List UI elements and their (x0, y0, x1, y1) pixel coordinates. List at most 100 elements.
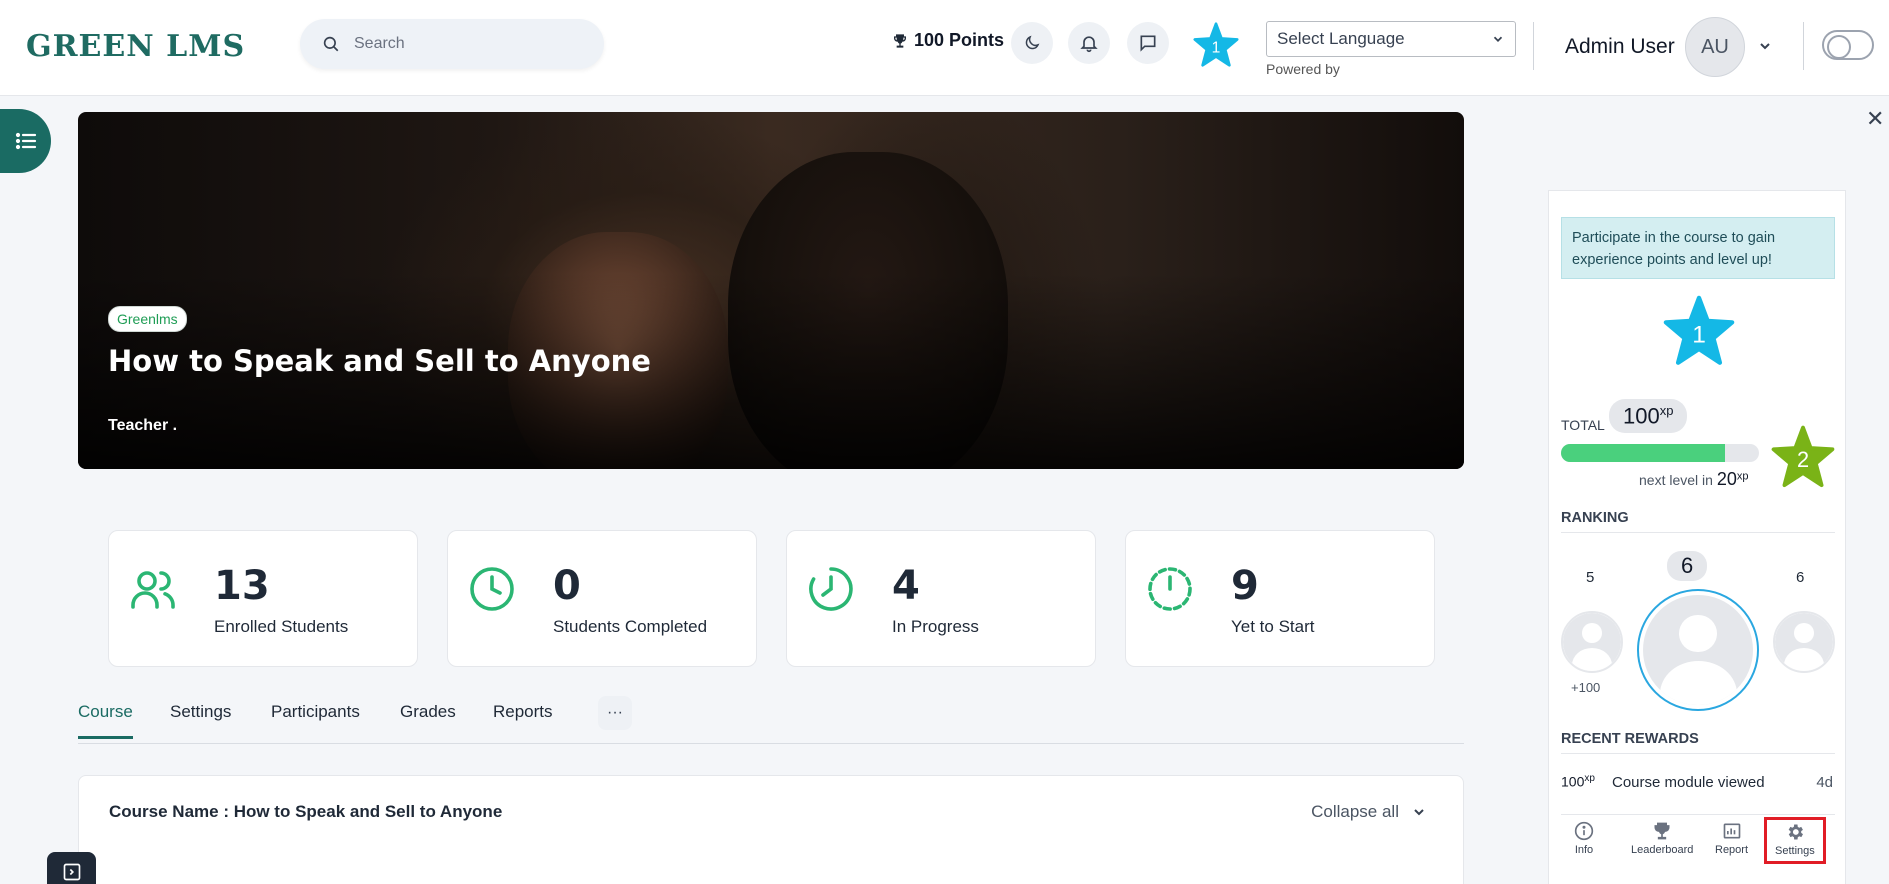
stat-value: 9 (1231, 563, 1259, 609)
user-name[interactable]: Admin User (1565, 35, 1675, 59)
avatar[interactable]: AU (1685, 17, 1745, 77)
sidebar-toggle-icon (63, 863, 80, 881)
stat-card-yet-to-start: 9 Yet to Start (1125, 530, 1435, 667)
total-xp: 100xp (1609, 399, 1688, 434)
user-menu-chevron-icon[interactable] (1757, 38, 1773, 54)
stat-label: In Progress (892, 617, 979, 636)
trophy-icon (894, 33, 906, 48)
tab-reports[interactable]: Reports (493, 702, 553, 736)
tab-more-button[interactable]: ··· (598, 696, 632, 730)
sidebar-menu-button[interactable] (0, 109, 51, 173)
theme-toggle[interactable] (1822, 30, 1874, 60)
next-level-number: 2 (1797, 447, 1809, 472)
level-number: 1 (1212, 39, 1221, 56)
info-icon (1574, 821, 1594, 841)
rank-left-gain: +100 (1571, 680, 1601, 695)
stat-value: 13 (214, 563, 270, 609)
reward-time: 4d (1816, 774, 1833, 791)
gamification-panel: Participate in the course to gain experi… (1548, 190, 1846, 884)
teacher-label: Teacher . (108, 417, 178, 434)
rank-center-avatar[interactable] (1637, 589, 1759, 711)
panel-nav-leaderboard-label: Leaderboard (1631, 844, 1694, 856)
logo-text: GREEN LMS (26, 28, 246, 64)
level-star-icon[interactable]: 1 (1193, 22, 1239, 68)
rank-left-avatar[interactable] (1561, 611, 1623, 673)
course-tabs: Course Settings Participants Grades Repo… (78, 696, 1464, 744)
tab-participants[interactable]: Participants (271, 702, 360, 736)
tab-course[interactable]: Course (78, 702, 133, 739)
next-level-value: 20 (1716, 469, 1737, 489)
panel-nav-info-label: Info (1574, 844, 1594, 856)
bell-icon (1080, 36, 1098, 53)
collapse-all-label: Collapse all (1311, 802, 1399, 821)
points-display[interactable]: 100 Points (892, 30, 1004, 51)
rank-right-number: 6 (1796, 569, 1805, 586)
messages-button[interactable] (1127, 22, 1169, 64)
xp-unit: xp (1736, 470, 1749, 483)
points-text: 100 Points (914, 30, 1005, 50)
close-icon[interactable]: ✕ (1866, 106, 1884, 132)
stat-value: 0 (553, 563, 581, 609)
info-message: Participate in the course to gain experi… (1561, 217, 1835, 279)
panel-nav-report[interactable]: Report (1715, 821, 1748, 856)
chevron-down-icon (1414, 809, 1424, 816)
leaderboard-trophy-icon (1654, 822, 1670, 840)
category-badge[interactable]: Greenlms (108, 306, 187, 332)
tab-settings[interactable]: Settings (170, 702, 231, 736)
list-icon (15, 132, 36, 150)
rank-right-avatar[interactable] (1773, 611, 1835, 673)
language-select-value: Select Language (1277, 29, 1405, 48)
xp-unit: xp (1659, 403, 1674, 418)
timer-icon (1148, 567, 1192, 611)
stat-card-completed: 0 Students Completed (447, 530, 757, 667)
panel-nav-settings[interactable]: Settings (1764, 817, 1826, 864)
clock-progress-icon (809, 567, 853, 611)
total-label: TOTAL (1561, 417, 1605, 433)
moon-icon (1025, 35, 1040, 50)
course-content-card: Course Name : How to Speak and Sell to A… (78, 775, 1464, 884)
total-xp-value: 100 (1623, 403, 1660, 429)
rank-left-number: 5 (1586, 569, 1595, 586)
drawer-toggle-button[interactable] (47, 852, 96, 884)
current-level-star-icon: 1 (1663, 295, 1735, 365)
panel-nav-leaderboard[interactable]: Leaderboard (1631, 821, 1693, 856)
language-select[interactable]: Select Language (1266, 21, 1516, 57)
panel-nav-settings-label: Settings (1775, 845, 1815, 857)
tab-grades[interactable]: Grades (400, 702, 456, 736)
next-level-label: next level in (1639, 472, 1713, 488)
stat-label: Yet to Start (1231, 617, 1315, 636)
search-icon (323, 36, 339, 52)
recent-rewards-title: RECENT REWARDS (1561, 731, 1835, 754)
users-icon (131, 571, 175, 609)
stat-card-in-progress: 4 In Progress (786, 530, 1096, 667)
course-title: How to Speak and Sell to Anyone (108, 344, 651, 378)
next-level-info: next level in 20xp (1639, 469, 1748, 490)
stat-label: Enrolled Students (214, 617, 349, 636)
reward-xp: 100xp (1561, 773, 1595, 790)
reward-description: Course module viewed (1612, 774, 1765, 791)
panel-nav: Info Leaderboard Report Settings (1561, 814, 1835, 870)
chevron-down-icon (1493, 36, 1503, 42)
clock-icon (470, 567, 514, 611)
notifications-button[interactable] (1068, 22, 1110, 64)
xp-unit: xp (1584, 773, 1595, 784)
logo[interactable]: GREEN LMS (26, 24, 245, 68)
stat-card-enrolled: 13 Enrolled Students (108, 530, 418, 667)
current-level-number: 1 (1692, 322, 1706, 349)
top-header: GREEN LMS 100 Points 1 Select Language P… (0, 0, 1889, 96)
powered-by: Powered by (1266, 61, 1340, 77)
course-name: Course Name : How to Speak and Sell to A… (109, 802, 503, 821)
gear-icon (1788, 824, 1803, 840)
panel-nav-info[interactable]: Info (1574, 821, 1594, 856)
chat-icon (1140, 35, 1156, 52)
xp-progress-fill (1561, 444, 1726, 462)
ranking-title: RANKING (1561, 510, 1835, 533)
divider (1803, 22, 1804, 70)
collapse-all-button[interactable]: Collapse all (1311, 802, 1427, 822)
search-input[interactable] (354, 35, 574, 53)
xp-progress-bar (1561, 444, 1759, 462)
divider (1533, 22, 1534, 70)
dark-mode-button[interactable] (1011, 22, 1053, 64)
search-box[interactable] (300, 19, 604, 69)
next-level-star-icon: 2 (1771, 425, 1835, 488)
